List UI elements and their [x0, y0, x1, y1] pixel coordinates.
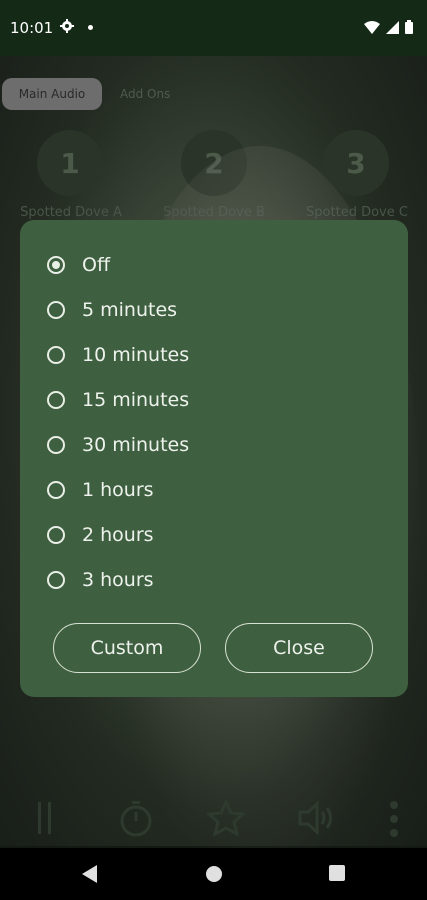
radio-icon[interactable] [47, 391, 65, 409]
recents-icon[interactable] [329, 865, 345, 885]
option-label: 15 minutes [82, 389, 190, 411]
timer-option-10-minutes[interactable]: 10 minutes [47, 339, 189, 371]
home-icon[interactable] [205, 865, 223, 887]
notification-dot-icon [88, 25, 93, 30]
bottom-controls [0, 790, 427, 848]
option-label: 3 hours [82, 569, 154, 591]
cell-signal-icon [386, 19, 399, 38]
sound-2-label: Spotted Dove B [163, 205, 265, 220]
star-icon[interactable] [205, 798, 247, 840]
timer-option-off[interactable]: Off [47, 249, 110, 281]
settings-gear-icon [60, 18, 74, 37]
sleep-timer-dialog: Off 5 minutes 10 minutes 15 minutes 30 m… [20, 220, 408, 697]
radio-selected-icon[interactable] [47, 256, 65, 274]
timer-icon[interactable] [118, 800, 154, 842]
custom-button[interactable]: Custom [53, 623, 201, 673]
radio-icon[interactable] [47, 481, 65, 499]
sound-3-button[interactable]: 3 [323, 130, 389, 196]
radio-icon[interactable] [47, 571, 65, 589]
battery-icon [405, 19, 413, 38]
sound-3-label: Spotted Dove C [306, 205, 408, 220]
system-nav-bar [0, 848, 427, 900]
more-icon[interactable] [389, 800, 399, 842]
option-label: 10 minutes [82, 344, 190, 366]
timer-option-2-hours[interactable]: 2 hours [47, 519, 154, 551]
back-icon[interactable] [82, 865, 98, 887]
timer-option-5-minutes[interactable]: 5 minutes [47, 294, 177, 326]
timer-option-15-minutes[interactable]: 15 minutes [47, 384, 189, 416]
option-label: 2 hours [82, 524, 154, 546]
sound-1-button[interactable]: 1 [37, 130, 103, 196]
option-label: 5 minutes [82, 299, 178, 321]
status-time: 10:01 [10, 19, 54, 37]
tab-main-audio[interactable]: Main Audio [2, 78, 102, 110]
close-button[interactable]: Close [225, 623, 373, 673]
pause-icon[interactable] [37, 800, 53, 840]
wifi-icon [364, 19, 380, 38]
radio-icon[interactable] [47, 436, 65, 454]
option-label: 1 hours [82, 479, 154, 501]
timer-option-30-minutes[interactable]: 30 minutes [47, 429, 189, 461]
timer-option-3-hours[interactable]: 3 hours [47, 564, 154, 596]
option-label: Off [82, 254, 111, 276]
sound-1-label: Spotted Dove A [20, 205, 122, 220]
tab-bar: Main Audio Add Ons [0, 78, 170, 110]
radio-icon[interactable] [47, 301, 65, 319]
sound-2-button[interactable]: 2 [181, 130, 247, 196]
timer-option-1-hours[interactable]: 1 hours [47, 474, 154, 506]
radio-icon[interactable] [47, 526, 65, 544]
volume-icon[interactable] [297, 800, 337, 840]
option-label: 30 minutes [82, 434, 190, 456]
status-bar: 10:01 [0, 0, 427, 56]
radio-icon[interactable] [47, 346, 65, 364]
tab-add-ons[interactable]: Add Ons [120, 87, 170, 101]
